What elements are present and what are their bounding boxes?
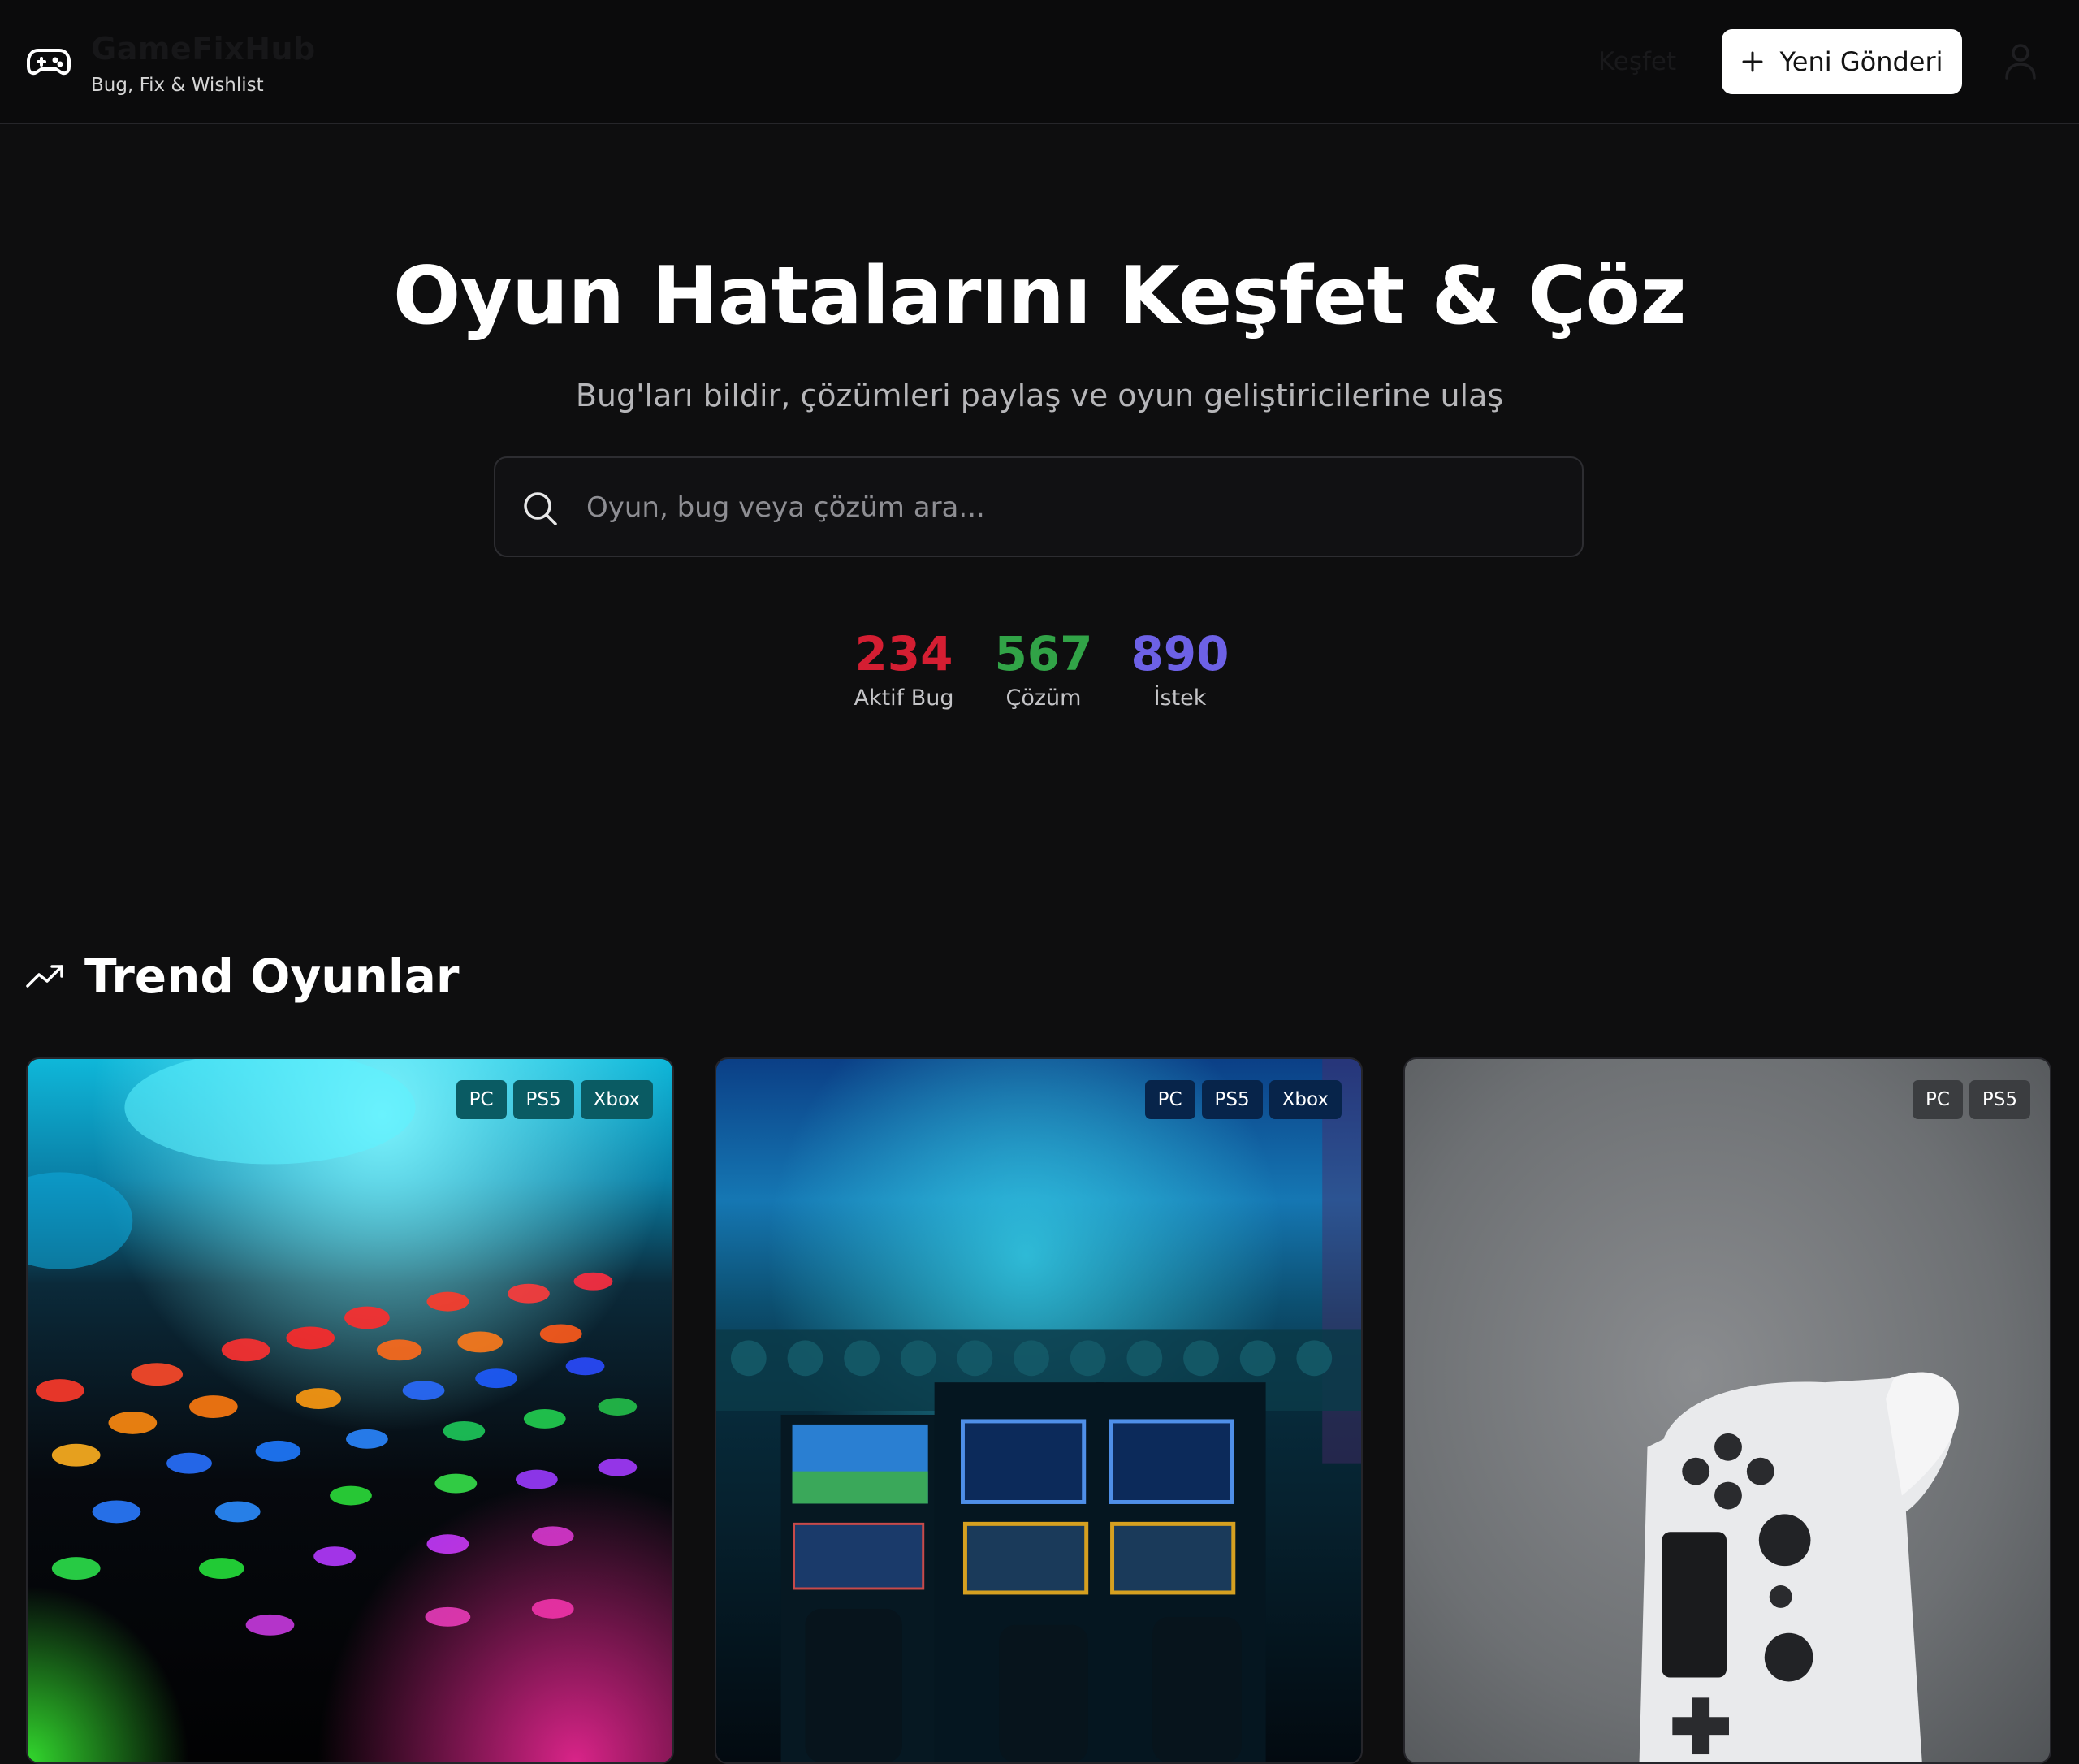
gamepad-icon[interactable] [27, 42, 71, 81]
new-post-button[interactable]: Yeni Gönderi [1722, 29, 1962, 94]
game-cover-image [716, 1059, 1361, 1762]
hero-title: Oyun Hatalarını Keşfet & Çöz [392, 250, 1687, 343]
platform-tag: PS5 [512, 1080, 574, 1119]
plus-icon [1742, 51, 1763, 72]
stat-label: Çözüm [1005, 685, 1082, 711]
search-icon [524, 492, 557, 525]
stat-requests: 890 İstek [1127, 625, 1233, 711]
platform-tag: PC [456, 1080, 507, 1119]
stat-label: İstek [1153, 685, 1207, 711]
stat-value: 567 [994, 626, 1093, 681]
trending-game-card[interactable]: PC PS5 [1403, 1057, 2051, 1764]
stat-solutions: 567 Çözüm [991, 625, 1096, 711]
user-icon[interactable] [2004, 42, 2037, 80]
trending-title: Trend Oyunlar [84, 949, 460, 1004]
nav-explore-link[interactable]: Keşfet [1598, 47, 1676, 76]
hero-subtitle: Bug'ları bildir, çözümleri paylaş ve oyu… [575, 378, 1504, 413]
search-bar[interactable] [494, 456, 1584, 557]
search-input[interactable] [586, 479, 1545, 536]
platform-tag: Xbox [580, 1080, 653, 1119]
stat-active-bugs: 234 Aktif Bug [851, 625, 957, 711]
trending-up-icon [26, 965, 63, 988]
new-post-label: Yeni Gönderi [1779, 46, 1943, 77]
platform-tag: PC [1144, 1080, 1195, 1119]
stat-label: Aktif Bug [854, 685, 954, 711]
platform-tag: Xbox [1269, 1080, 1342, 1119]
platform-tags: PC PS5 Xbox [456, 1080, 653, 1119]
platform-tag: PS5 [1201, 1080, 1263, 1119]
platform-tags: PC PS5 [1912, 1080, 2030, 1119]
game-cover-image [28, 1059, 672, 1762]
platform-tags: PC PS5 Xbox [1144, 1080, 1342, 1119]
trending-game-card[interactable]: PC PS5 Xbox [26, 1057, 674, 1764]
platform-tag: PC [1912, 1080, 1963, 1119]
brand-name[interactable]: GameFixHub [91, 31, 316, 67]
stat-value: 890 [1130, 626, 1230, 681]
platform-tag: PS5 [1969, 1080, 2030, 1119]
stat-value: 234 [854, 626, 953, 681]
trending-game-card[interactable]: PC PS5 Xbox [715, 1057, 1363, 1764]
top-navbar: GameFixHub Bug, Fix & Wishlist Keşfet Ye… [0, 0, 2079, 124]
brand-tagline: Bug, Fix & Wishlist [91, 75, 264, 96]
game-cover-image [1405, 1059, 2050, 1762]
